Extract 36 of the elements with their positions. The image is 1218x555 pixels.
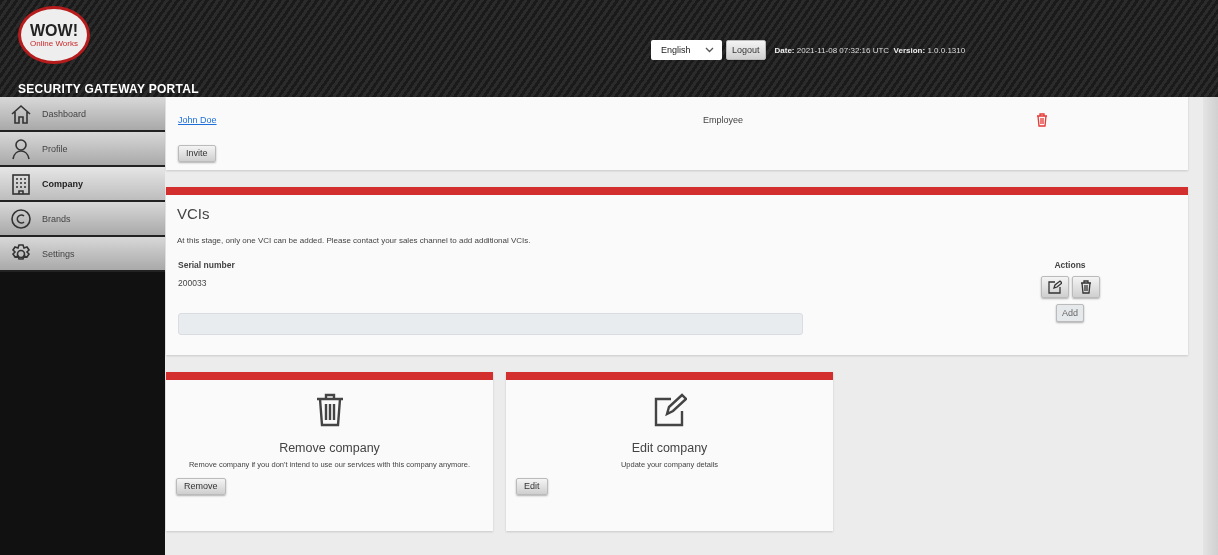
sidebar-item[interactable]: Company — [0, 167, 165, 202]
remove-button[interactable]: Remove — [176, 477, 226, 495]
home-icon — [10, 102, 32, 125]
edit-button[interactable]: Edit — [516, 477, 548, 495]
serial-input-field[interactable] — [178, 312, 803, 335]
member-name-link[interactable]: John Doe — [178, 115, 703, 125]
logo: WOW! Online Works — [18, 6, 90, 64]
copyright-icon — [10, 207, 32, 230]
trash-icon — [1079, 279, 1092, 294]
sidebar-item[interactable]: Profile — [0, 132, 165, 167]
edit-icon — [652, 392, 687, 427]
delete-icon[interactable] — [1036, 113, 1048, 127]
sidebar-item[interactable]: Dashboard — [0, 97, 165, 132]
logout-button[interactable]: Logout — [726, 40, 766, 60]
chevron-down-icon — [705, 47, 714, 53]
section-title: VCIs — [177, 204, 211, 222]
column-header: Serial number — [178, 259, 236, 270]
add-button[interactable]: Add — [1056, 303, 1084, 322]
language-select[interactable]: English — [651, 40, 722, 60]
member-role: Employee — [703, 115, 745, 125]
trash-icon — [314, 392, 345, 427]
info-text: At this stage, only one VCI can be added. Please contact your sales channel to add additional VCIs. — [177, 235, 532, 245]
column-header: Actions — [1053, 259, 1087, 270]
portal-title: SECURITY GATEWAY PORTAL — [18, 82, 199, 96]
card-title: Remove company — [279, 440, 380, 455]
delete-button[interactable] — [1071, 275, 1100, 298]
invite-button[interactable]: Invite — [178, 144, 216, 162]
sidebar-item[interactable]: Settings — [0, 237, 165, 272]
person-icon — [10, 137, 32, 160]
card-title: Edit company — [631, 440, 708, 455]
serial-cell-text: 200033 — [178, 276, 208, 290]
sidebar-item[interactable]: Brands — [0, 202, 165, 237]
edit-button[interactable] — [1040, 275, 1069, 298]
edit-icon — [1047, 279, 1062, 294]
building-icon — [10, 172, 32, 195]
date-version-text: Date: 2021-11-08 07:32:16 UTC Version: 1.0.0.1310 — [774, 45, 966, 55]
